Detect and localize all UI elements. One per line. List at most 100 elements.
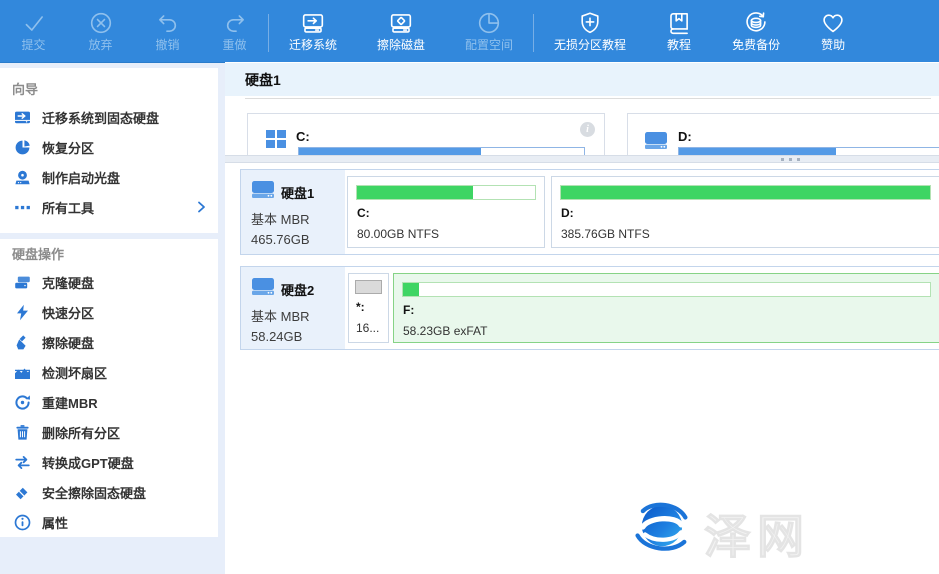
watermark-text: 泽网 xyxy=(704,498,810,567)
sidebar-item-clone-disk[interactable]: 克隆硬盘 xyxy=(0,267,218,297)
partition-letter: F: xyxy=(403,303,939,317)
eraser-icon xyxy=(14,484,31,501)
free-backup-button[interactable]: 免费备份 xyxy=(712,0,800,62)
main-panel: 硬盘1 C: i D: xyxy=(225,62,939,574)
sponsor-button[interactable]: 赞助 xyxy=(800,0,866,62)
sidebar-item-label: 快速分区 xyxy=(42,303,94,322)
sidebar-item-label: 安全擦除固态硬盘 xyxy=(42,483,146,502)
book-icon xyxy=(666,10,692,36)
sidebar-item-erase-disk[interactable]: 擦除硬盘 xyxy=(0,327,218,357)
drive-icon xyxy=(644,131,668,155)
usage-bar xyxy=(355,280,382,294)
disk-type: 基本 MBR xyxy=(251,306,345,325)
pie-chart-icon xyxy=(14,139,31,156)
discard-button[interactable]: 放弃 xyxy=(67,0,134,62)
redo-button[interactable]: 重做 xyxy=(201,0,268,62)
partition-tutorial-label: 无损分区教程 xyxy=(554,38,626,52)
partition-tutorial-button[interactable]: 无损分区教程 xyxy=(534,0,646,62)
sidebar-item-label: 删除所有分区 xyxy=(42,423,120,442)
migrate-system-label: 迁移系统 xyxy=(289,38,337,52)
partition-letter: D: xyxy=(561,206,939,220)
overview-card-d[interactable]: D: xyxy=(627,113,939,155)
sidebar-item-rebuild-mbr[interactable]: 重建MBR xyxy=(0,387,218,417)
disk2-label-cell[interactable]: 硬盘2 基本 MBR 58.24GB xyxy=(241,267,345,349)
usage-fill xyxy=(299,148,481,155)
disk-overview-strip: C: i D: xyxy=(225,111,939,155)
sidebar-item-label: 制作启动光盘 xyxy=(42,168,120,187)
tab-disk1[interactable]: 硬盘1 xyxy=(225,63,939,96)
erase-disk-label: 擦除磁盘 xyxy=(377,38,425,52)
tutorial-button[interactable]: 教程 xyxy=(646,0,712,62)
undo-label: 撤销 xyxy=(155,38,179,52)
sidebar-item-quick-partition[interactable]: 快速分区 xyxy=(0,297,218,327)
disk-size: 58.24GB xyxy=(251,329,345,344)
watermark-logo-icon xyxy=(628,495,696,564)
usage-fill xyxy=(356,281,381,293)
sidebar-section-title: 硬盘操作 xyxy=(0,243,218,267)
check-icon xyxy=(21,10,47,36)
info-circle-icon xyxy=(14,514,31,531)
overview-card-c[interactable]: C: i xyxy=(247,113,605,155)
disk1-label-cell[interactable]: 硬盘1 基本 MBR 465.76GB xyxy=(241,170,345,254)
disk-row-2: 硬盘2 基本 MBR 58.24GB *: 16... F: 58.23GB e… xyxy=(240,266,939,350)
sidebar-item-make-boot-disc[interactable]: 制作启动光盘 xyxy=(0,162,218,192)
sidebar-wizard-section: 向导 迁移系统到固态硬盘 恢复分区 制作启动光盘 所有工具 xyxy=(0,68,218,233)
overview-card-letter: C: xyxy=(296,129,310,144)
migrate-system-button[interactable]: 迁移系统 xyxy=(269,0,357,62)
trash-icon xyxy=(14,424,31,441)
drive-icon xyxy=(251,277,275,301)
disk-type: 基本 MBR xyxy=(251,209,345,228)
divider xyxy=(245,98,931,99)
sidebar-item-label: 克隆硬盘 xyxy=(42,273,94,292)
sidebar-item-label: 重建MBR xyxy=(42,393,98,412)
allocate-space-button[interactable]: 配置空间 xyxy=(445,0,533,62)
sidebar-item-convert-gpt[interactable]: 转换成GPT硬盘 xyxy=(0,447,218,477)
usage-bar xyxy=(298,147,585,155)
usage-fill xyxy=(679,148,836,155)
sidebar-item-migrate-to-ssd[interactable]: 迁移系统到固态硬盘 xyxy=(0,102,218,132)
sidebar-item-properties[interactable]: 属性 xyxy=(0,507,218,537)
overview-card-letter: D: xyxy=(678,129,692,144)
disk-size: 465.76GB xyxy=(251,232,345,247)
submit-label: 提交 xyxy=(21,38,45,52)
info-icon[interactable]: i xyxy=(580,122,595,137)
free-backup-label: 免费备份 xyxy=(732,38,780,52)
sidebar-item-secure-erase-ssd[interactable]: 安全擦除固态硬盘 xyxy=(0,477,218,507)
usage-bar xyxy=(402,282,931,297)
chevron-right-icon xyxy=(194,200,208,219)
sidebar-item-label: 所有工具 xyxy=(42,198,94,217)
wave-chart-icon xyxy=(14,364,31,381)
erase-disk-button[interactable]: 擦除磁盘 xyxy=(357,0,445,62)
partition-c[interactable]: C: 80.00GB NTFS xyxy=(347,176,545,248)
usage-bar xyxy=(356,185,536,200)
sidebar-item-recover-partition[interactable]: 恢复分区 xyxy=(0,132,218,162)
sidebar-item-label: 检测坏扇区 xyxy=(42,363,107,382)
sidebar-item-delete-all-partitions[interactable]: 删除所有分区 xyxy=(0,417,218,447)
usage-fill xyxy=(357,186,473,199)
boot-disc-icon xyxy=(14,169,31,186)
partition-f-selected[interactable]: F: 58.23GB exFAT xyxy=(393,273,939,343)
sidebar-item-label: 迁移系统到固态硬盘 xyxy=(42,108,159,127)
redo-icon xyxy=(222,10,248,36)
redo-label: 重做 xyxy=(222,38,246,52)
undo-button[interactable]: 撤销 xyxy=(134,0,201,62)
sidebar-item-all-tools[interactable]: 所有工具 xyxy=(0,192,218,222)
submit-button[interactable]: 提交 xyxy=(0,0,67,62)
partition-reserved[interactable]: *: 16... xyxy=(348,273,389,343)
clock-pie-icon xyxy=(476,10,502,36)
partition-letter: *: xyxy=(356,300,388,314)
allocate-space-label: 配置空间 xyxy=(465,38,513,52)
sidebar-item-check-bad-sectors[interactable]: 检测坏扇区 xyxy=(0,357,218,387)
disk-row-1: 硬盘1 基本 MBR 465.76GB C: 80.00GB NTFS D: 3… xyxy=(240,169,939,255)
partition-info: 80.00GB NTFS xyxy=(357,227,544,241)
convert-arrows-icon xyxy=(14,454,31,471)
splitter-handle[interactable] xyxy=(225,155,939,163)
sidebar-item-label: 转换成GPT硬盘 xyxy=(42,453,134,472)
tab-disk1-label: 硬盘1 xyxy=(245,70,281,90)
sidebar-item-label: 恢复分区 xyxy=(42,138,94,157)
usage-fill xyxy=(403,283,419,296)
backup-database-icon xyxy=(743,10,769,36)
undo-icon xyxy=(155,10,181,36)
partition-d[interactable]: D: 385.76GB NTFS xyxy=(551,176,939,248)
partition-letter: C: xyxy=(357,206,544,220)
